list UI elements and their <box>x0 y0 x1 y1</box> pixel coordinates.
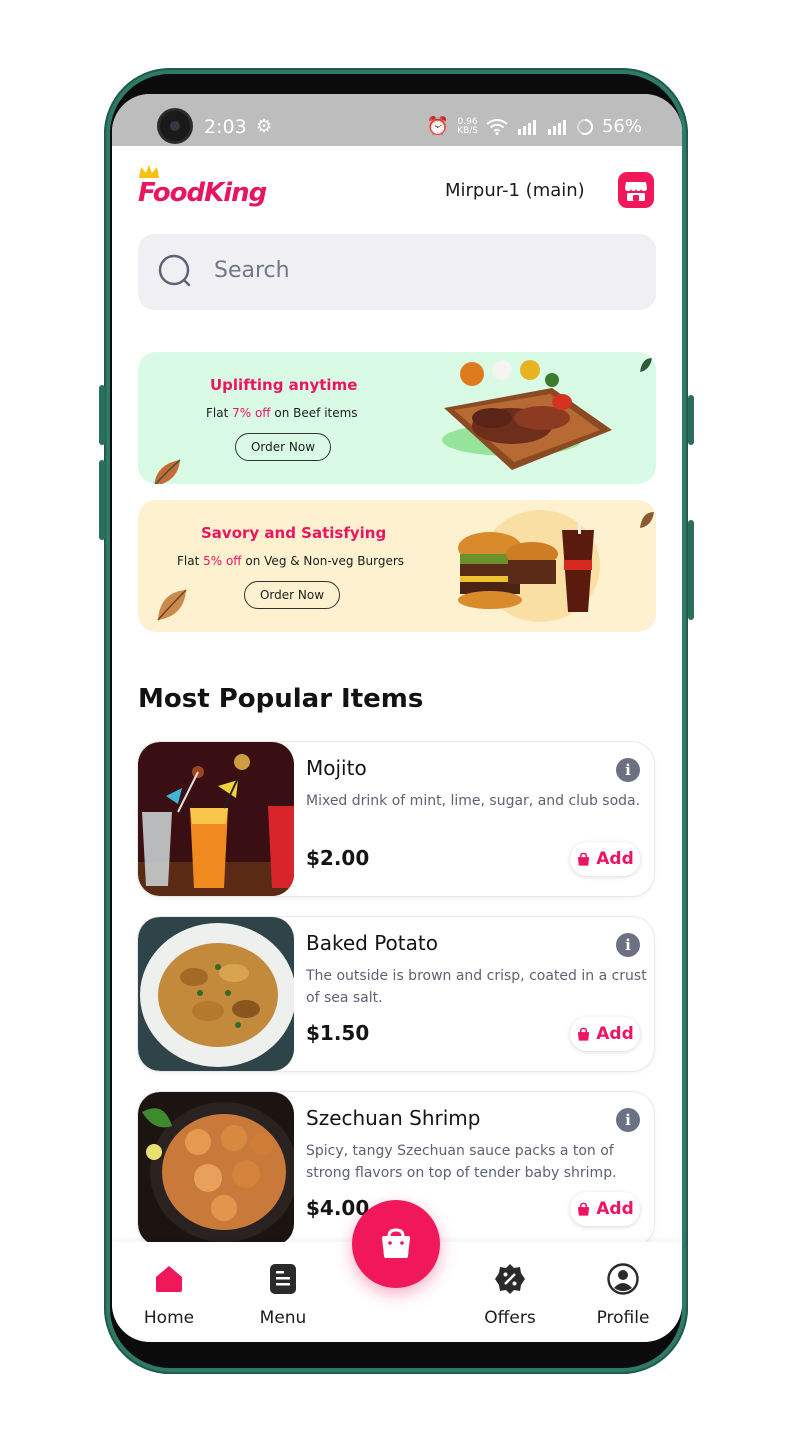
banner-sub-suffix: on Beef items <box>270 406 358 420</box>
banner-sub-suffix: on Veg & Non-veg Burgers <box>241 554 405 568</box>
item-description: Mixed drink of mint, lime, sugar, and cl… <box>306 793 641 809</box>
item-price: $2.00 <box>306 846 370 870</box>
add-to-cart-button[interactable]: Add <box>570 842 640 876</box>
nav-profile[interactable]: Profile <box>578 1262 668 1328</box>
banner-title: Savory and Satisfying <box>201 524 387 542</box>
branch-selector[interactable]: Mirpur-1 (main) <box>445 180 585 201</box>
phone-side-button <box>99 460 105 540</box>
promo-banner-burgers[interactable]: Savory and Satisfying Flat 5% off on Veg… <box>138 500 656 632</box>
add-label: Add <box>596 849 634 869</box>
add-label: Add <box>596 1199 634 1219</box>
signal-icon <box>517 119 536 135</box>
item-image <box>138 917 294 1071</box>
nav-label: Home <box>143 1308 195 1328</box>
nav-label: Offers <box>484 1308 536 1328</box>
nav-label: Profile <box>596 1308 650 1328</box>
menu-item-card[interactable]: Mojito i Mixed drink of mint, lime, suga… <box>138 742 654 896</box>
alarm-icon: ⏰ <box>426 116 450 137</box>
szechuan-shrimp-image <box>138 1092 294 1246</box>
status-bar: 2:03 ⚙ ⏰ 0.96 KB/S 56% <box>112 94 682 146</box>
store-icon <box>625 182 647 201</box>
leaf-decoration-icon <box>157 589 187 621</box>
network-speed-unit: KB/S <box>457 125 478 136</box>
item-name: Baked Potato <box>306 931 438 955</box>
front-camera <box>160 111 190 141</box>
search-bar[interactable]: Search <box>138 234 656 310</box>
cart-fab-button[interactable] <box>352 1200 440 1288</box>
nav-home[interactable]: Home <box>124 1262 214 1328</box>
item-description: Spicy, tangy Szechuan sauce packs a ton … <box>306 1143 617 1181</box>
store-button[interactable] <box>618 172 654 208</box>
nav-menu[interactable]: Menu <box>238 1262 328 1328</box>
settings-gear-icon: ⚙ <box>256 116 273 137</box>
app-screen: 2:03 ⚙ ⏰ 0.96 KB/S 56% FoodKing Mirpur-1… <box>112 94 682 1342</box>
menu-icon <box>270 1264 296 1294</box>
banner-subtitle: Flat 5% off on Veg & Non-veg Burgers <box>177 554 404 568</box>
section-title: Most Popular Items <box>138 684 424 714</box>
steak-platter-image <box>442 360 612 470</box>
item-name: Szechuan Shrimp <box>306 1106 481 1130</box>
mojito-drinks-image <box>138 742 294 896</box>
burger-meal-image <box>458 520 594 612</box>
item-price: $1.50 <box>306 1021 370 1045</box>
phone-side-button <box>99 385 105 445</box>
wifi-icon <box>486 118 508 135</box>
banner-discount: 5% off <box>203 554 242 568</box>
banner-subtitle: Flat 7% off on Beef items <box>206 406 358 420</box>
profile-icon <box>607 1263 639 1295</box>
add-label: Add <box>596 1024 634 1044</box>
shopping-bag-icon <box>382 1228 410 1258</box>
banner-discount: 7% off <box>232 406 271 420</box>
leaf-decoration-icon <box>154 459 181 484</box>
item-image <box>138 742 294 896</box>
banner-sub-prefix: Flat <box>177 554 204 568</box>
battery-icon <box>576 118 593 135</box>
item-image <box>138 1092 294 1246</box>
item-price: $4.00 <box>306 1196 370 1220</box>
order-now-button[interactable]: Order Now <box>244 581 340 609</box>
info-icon[interactable]: i <box>616 933 640 957</box>
leaf-decoration-icon <box>640 358 652 372</box>
battery-level: 56% <box>601 116 642 137</box>
info-icon[interactable]: i <box>616 758 640 782</box>
shopping-bag-icon <box>578 1202 590 1216</box>
promo-banner-beef[interactable]: Uplifting anytime Flat 7% off on Beef it… <box>138 352 656 484</box>
menu-item-card[interactable]: Baked Potato i The outside is brown and … <box>138 917 654 1071</box>
item-name: Mojito <box>306 756 367 780</box>
app-header: FoodKing Mirpur-1 (main) <box>112 146 682 232</box>
baked-potato-image <box>138 917 294 1071</box>
status-time: 2:03 <box>204 116 247 138</box>
home-icon <box>156 1266 182 1292</box>
signal-icon <box>547 119 566 135</box>
phone-side-button <box>688 395 694 445</box>
app-logo[interactable]: FoodKing <box>138 178 267 208</box>
phone-side-button <box>688 520 694 620</box>
info-icon[interactable]: i <box>616 1108 640 1132</box>
shopping-bag-icon <box>578 852 590 866</box>
order-now-button[interactable]: Order Now <box>235 433 331 461</box>
item-description: The outside is brown and crisp, coated i… <box>306 968 647 1006</box>
network-speed: 0.96 KB/S <box>457 117 478 136</box>
banner-sub-prefix: Flat <box>206 406 233 420</box>
nav-label: Menu <box>259 1308 307 1328</box>
status-indicators: ⏰ 0.96 KB/S 56% <box>427 116 642 137</box>
nav-offers[interactable]: Offers <box>465 1262 555 1328</box>
leaf-decoration-icon <box>640 512 654 528</box>
add-to-cart-button[interactable]: Add <box>570 1017 640 1051</box>
banner-title: Uplifting anytime <box>210 376 358 394</box>
offers-icon <box>495 1264 525 1294</box>
search-icon <box>158 254 191 287</box>
add-to-cart-button[interactable]: Add <box>570 1192 640 1226</box>
search-input[interactable]: Search <box>214 258 290 283</box>
shopping-bag-icon <box>578 1027 590 1041</box>
